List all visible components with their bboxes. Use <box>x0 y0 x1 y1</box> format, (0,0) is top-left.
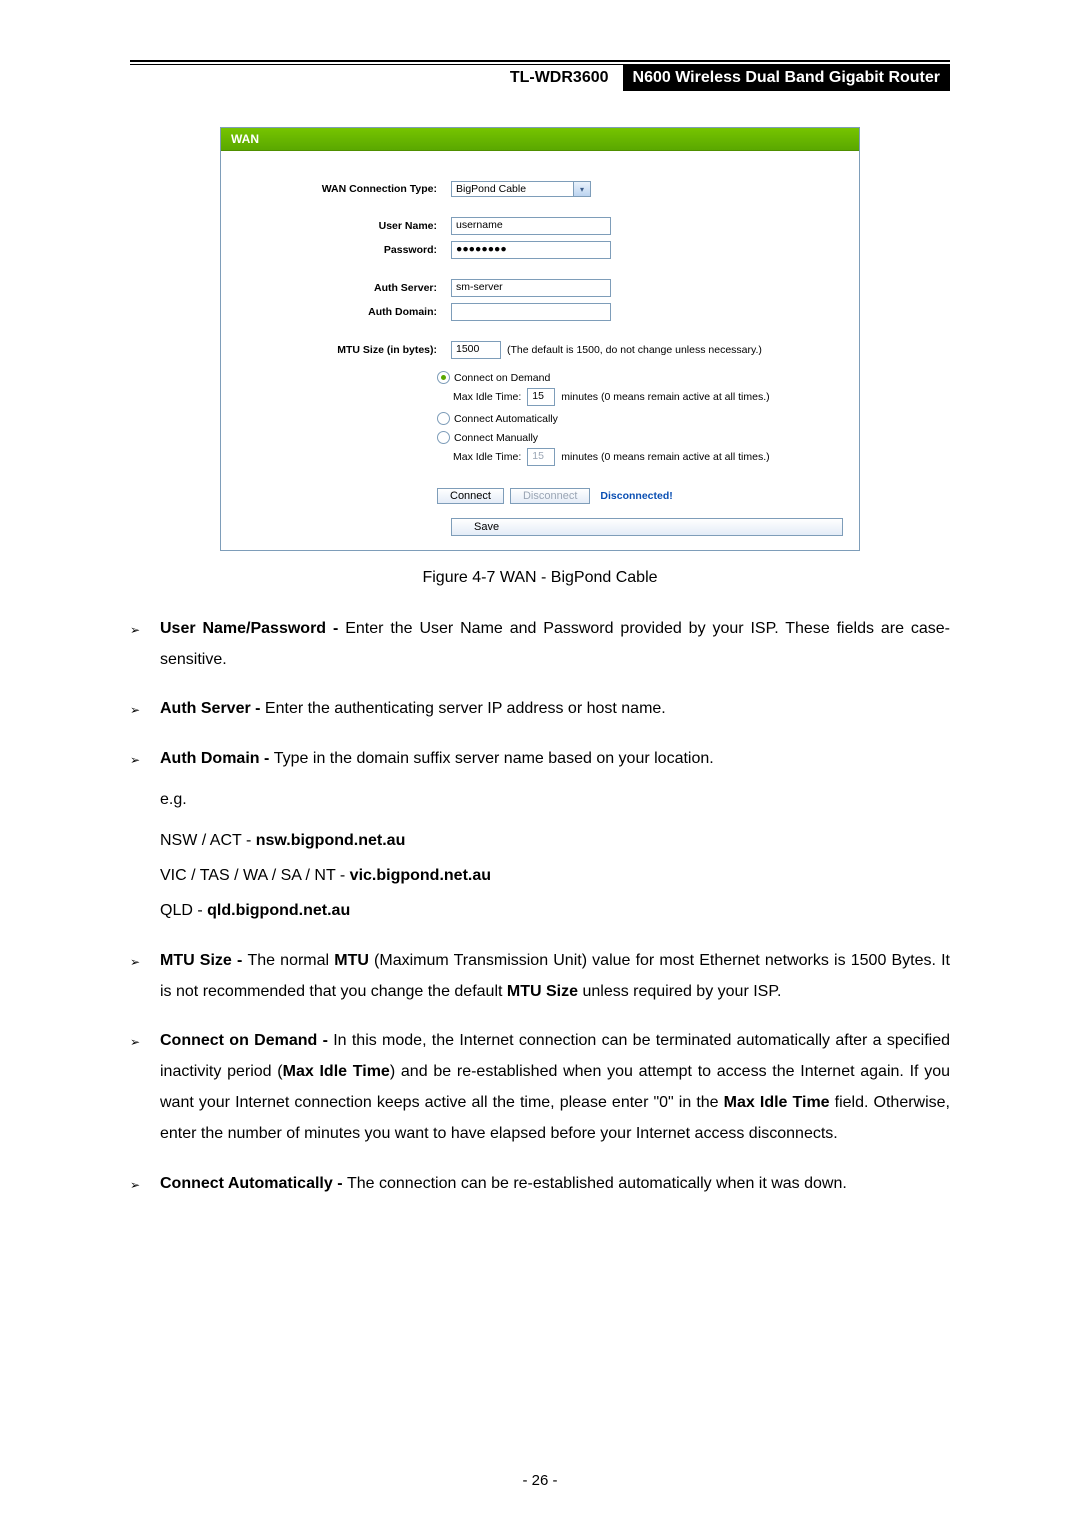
radio-connect-on-demand[interactable] <box>437 371 450 384</box>
max-idle-label-2: Max Idle Time: <box>453 451 521 463</box>
bullet-icon: ➢ <box>130 1025 160 1150</box>
def-mtu-size: ➢ MTU Size - The normal MTU (Maximum Tra… <box>130 945 950 1007</box>
auth-domain-label: Auth Domain: <box>237 306 451 318</box>
conn-type-value: BigPond Cable <box>456 183 526 195</box>
max-idle-input-1[interactable]: 15 <box>527 388 555 406</box>
def-auth-server: ➢ Auth Server - Enter the authenticating… <box>130 693 950 724</box>
opt-manual-label: Connect Manually <box>454 432 538 444</box>
connect-button[interactable]: Connect <box>437 488 504 504</box>
bullet-icon: ➢ <box>130 693 160 724</box>
bullet-icon: ➢ <box>130 743 160 774</box>
example-vic: VIC / TAS / WA / SA / NT - vic.bigpond.n… <box>160 860 950 891</box>
bullet-icon: ➢ <box>130 613 160 675</box>
password-label: Password: <box>237 244 451 256</box>
radio-connect-manual[interactable] <box>437 431 450 444</box>
auth-server-input[interactable]: sm-server <box>451 279 611 297</box>
radio-connect-auto[interactable] <box>437 412 450 425</box>
username-input[interactable]: username <box>451 217 611 235</box>
def-connect-auto: ➢ Connect Automatically - The connection… <box>130 1168 950 1199</box>
conn-type-label: WAN Connection Type: <box>237 183 451 195</box>
bullet-icon: ➢ <box>130 945 160 1007</box>
connection-status: Disconnected! <box>600 490 672 502</box>
conn-type-select[interactable]: BigPond Cable ▾ <box>451 181 591 197</box>
wan-settings-panel: WAN WAN Connection Type: BigPond Cable ▾… <box>220 127 860 551</box>
idle-hint-2: minutes (0 means remain active at all ti… <box>561 451 769 463</box>
disconnect-button: Disconnect <box>510 488 590 504</box>
opt-demand-label: Connect on Demand <box>454 372 550 384</box>
example-nsw: NSW / ACT - nsw.bigpond.net.au <box>160 825 950 856</box>
auth-domain-input[interactable] <box>451 303 611 321</box>
auth-server-label: Auth Server: <box>237 282 451 294</box>
product-title: N600 Wireless Dual Band Gigabit Router <box>623 65 950 91</box>
opt-auto-label: Connect Automatically <box>454 413 558 425</box>
example-qld: QLD - qld.bigpond.net.au <box>160 895 950 926</box>
mtu-hint: (The default is 1500, do not change unle… <box>507 344 762 356</box>
figure-caption: Figure 4-7 WAN - BigPond Cable <box>220 569 860 587</box>
mtu-label: MTU Size (in bytes): <box>237 344 451 356</box>
example-label: e.g. <box>160 784 950 815</box>
bullet-icon: ➢ <box>130 1168 160 1199</box>
def-username-password: ➢ User Name/Password - Enter the User Na… <box>130 613 950 675</box>
max-idle-label-1: Max Idle Time: <box>453 391 521 403</box>
idle-hint-1: minutes (0 means remain active at all ti… <box>561 391 769 403</box>
mtu-input[interactable]: 1500 <box>451 341 501 359</box>
username-label: User Name: <box>237 220 451 232</box>
page-header: TL-WDR3600 N600 Wireless Dual Band Gigab… <box>130 64 950 91</box>
page-number: - 26 - <box>0 1472 1080 1489</box>
password-input[interactable]: ●●●●●●●● <box>451 241 611 259</box>
def-connect-on-demand: ➢ Connect on Demand - In this mode, the … <box>130 1025 950 1150</box>
chevron-down-icon[interactable]: ▾ <box>573 182 590 196</box>
model-label: TL-WDR3600 <box>496 65 623 91</box>
panel-title: WAN <box>221 128 859 151</box>
max-idle-input-2: 15 <box>527 448 555 466</box>
save-button[interactable]: Save <box>451 518 843 536</box>
def-auth-domain: ➢ Auth Domain - Type in the domain suffi… <box>130 743 950 774</box>
